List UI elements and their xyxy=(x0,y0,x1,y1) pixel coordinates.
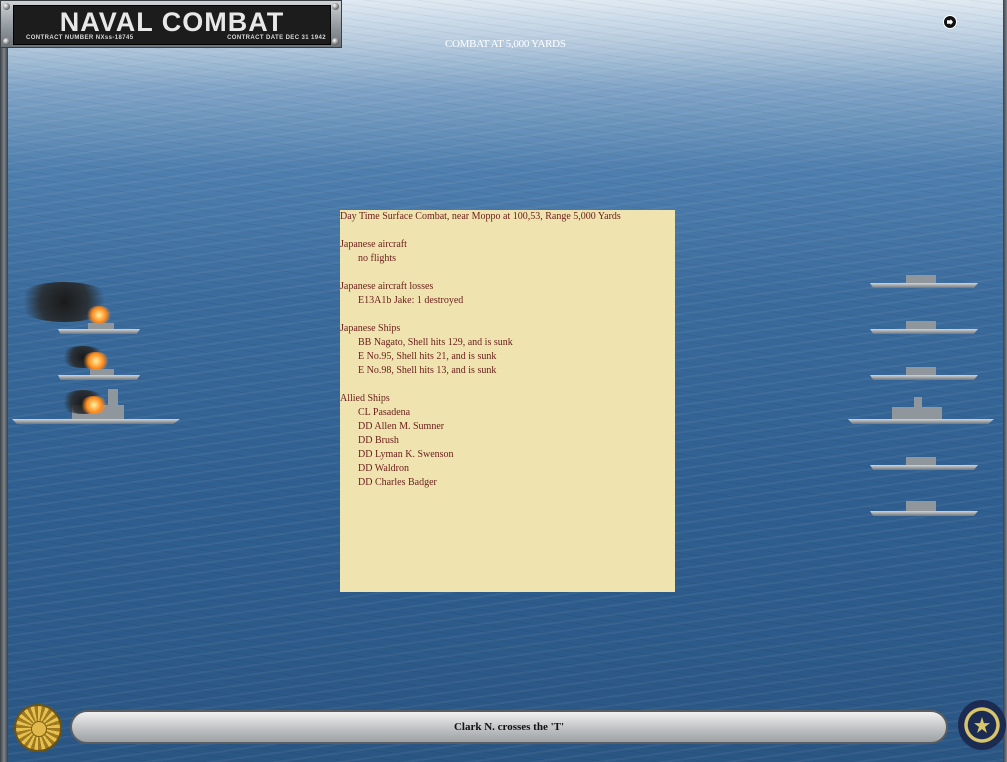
report-headline: Day Time Surface Combat, near Moppo at 1… xyxy=(340,211,621,222)
report-section-heading: Japanese aircraft xyxy=(340,239,407,250)
report-item: DD Lyman K. Swenson xyxy=(358,449,454,460)
report-section-heading: Japanese Ships xyxy=(340,323,401,334)
report-item: CL Pasadena xyxy=(358,407,411,418)
combat-range-label: COMBAT AT 5,000 YARDS xyxy=(445,38,566,50)
allied-ship-2[interactable] xyxy=(870,316,978,334)
report-item: no flights xyxy=(358,253,397,264)
contract-number-label: CONTRACT NUMBER xyxy=(26,35,94,41)
status-message: Clark N. crosses the 'T' xyxy=(453,721,565,733)
frame-left xyxy=(0,0,8,762)
report-item: BB Nagato, Shell hits 129, and is sunk xyxy=(358,337,513,348)
fire-effect xyxy=(86,306,112,324)
contract-number-group: CONTRACT NUMBER NXss-18745 xyxy=(26,35,133,41)
report-item: DD Waldron xyxy=(358,463,409,474)
contract-date-group: CONTRACT DATE DEC 31 1942 xyxy=(227,35,326,41)
fire-effect xyxy=(82,352,110,370)
report-section-heading: Allied Ships xyxy=(340,393,390,404)
allied-ship-4[interactable] xyxy=(870,452,978,470)
report-item: E13A1b Jake: 1 destroyed xyxy=(358,295,464,306)
report-item: DD Allen M. Sumner xyxy=(358,421,445,432)
contract-date-label: CONTRACT DATE xyxy=(227,35,284,41)
navy-seal-icon xyxy=(958,700,1006,750)
status-bar[interactable]: Clark N. crosses the 'T' xyxy=(70,710,948,744)
frame-right xyxy=(1003,0,1007,762)
rivet-icon xyxy=(3,38,10,45)
contract-date: DEC 31 1942 xyxy=(285,35,326,41)
allied-ship-3[interactable] xyxy=(870,362,978,380)
rivet-icon xyxy=(332,38,339,45)
arrow-circle-icon[interactable] xyxy=(943,15,957,29)
contract-line: CONTRACT NUMBER NXss-18745 CONTRACT DATE… xyxy=(26,35,326,41)
allied-cruiser[interactable] xyxy=(848,397,994,424)
title-plate: NAVAL COMBAT CONTRACT NUMBER NXss-18745 … xyxy=(0,0,342,48)
rivet-icon xyxy=(332,3,339,10)
combat-report: Day Time Surface Combat, near Moppo at 1… xyxy=(340,210,675,592)
report-item: DD Brush xyxy=(358,435,399,446)
page-title: NAVAL COMBAT xyxy=(59,7,285,37)
allied-ship-5[interactable] xyxy=(870,496,978,516)
contract-number: NXss-18745 xyxy=(95,35,134,41)
allied-ship-1[interactable] xyxy=(870,270,978,288)
title-inner: NAVAL COMBAT CONTRACT NUMBER NXss-18745 … xyxy=(13,5,331,45)
report-item: E No.98, Shell hits 13, and is sunk xyxy=(358,365,497,376)
report-item: E No.95, Shell hits 21, and is sunk xyxy=(358,351,497,362)
report-section-heading: Japanese aircraft losses xyxy=(340,281,434,292)
rivet-icon xyxy=(3,3,10,10)
chrysanthemum-emblem-icon xyxy=(14,704,62,752)
fire-effect xyxy=(80,396,108,414)
report-item: DD Charles Badger xyxy=(358,477,437,488)
